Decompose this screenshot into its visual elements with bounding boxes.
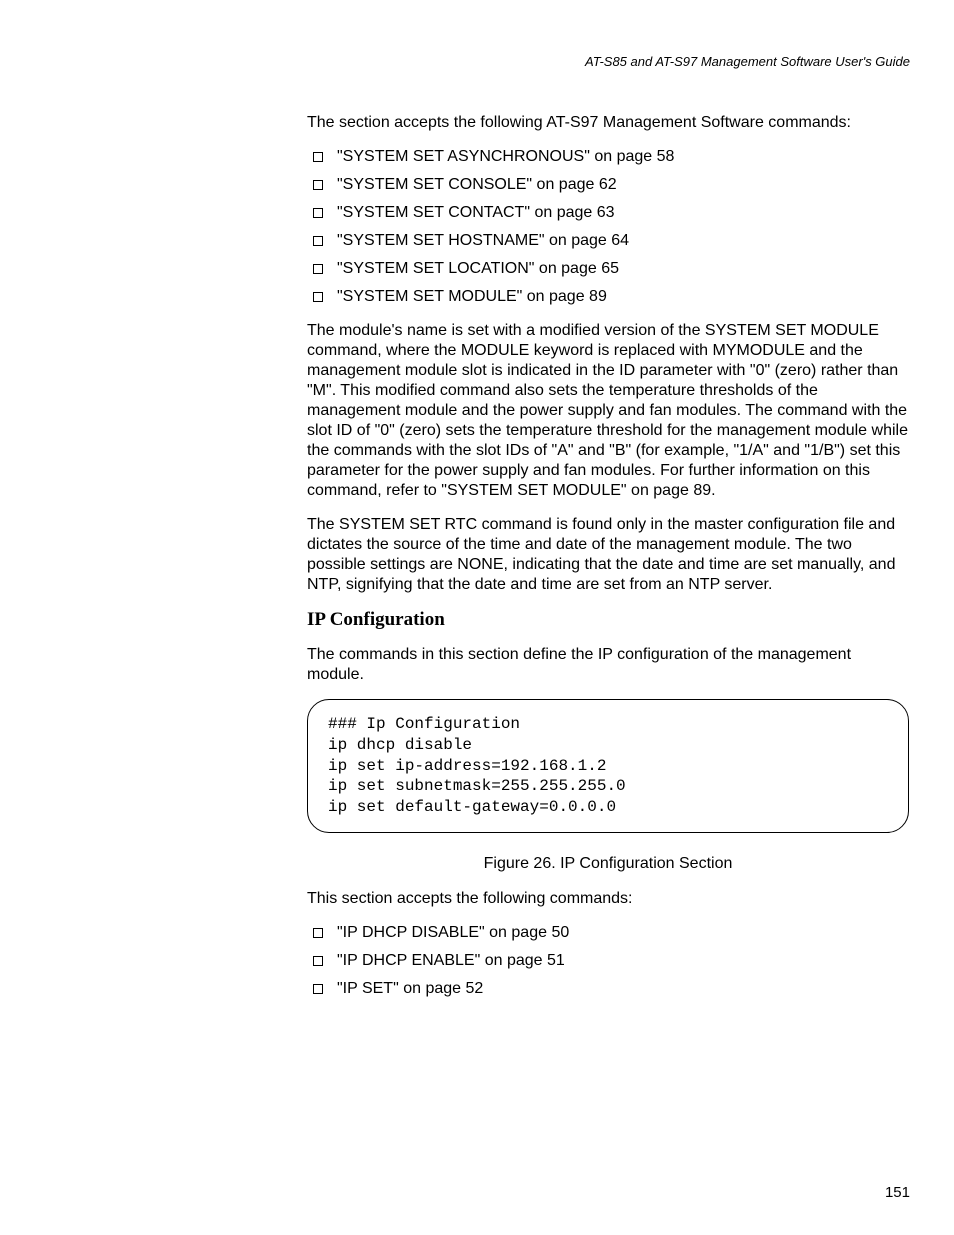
list-item: "SYSTEM SET CONTACT" on page 63 — [307, 203, 909, 223]
ip-configuration-heading: IP Configuration — [307, 609, 909, 631]
list-item: "IP SET" on page 52 — [307, 979, 909, 999]
code-block: ### Ip Configuration ip dhcp disable ip … — [307, 699, 909, 833]
page-content: The section accepts the following AT-S97… — [307, 113, 909, 1013]
accepts-paragraph: This section accepts the following comma… — [307, 889, 909, 909]
command-list-2: "IP DHCP DISABLE" on page 50 "IP DHCP EN… — [307, 923, 909, 999]
list-item: "IP DHCP DISABLE" on page 50 — [307, 923, 909, 943]
list-item: "IP DHCP ENABLE" on page 51 — [307, 951, 909, 971]
list-item: "SYSTEM SET MODULE" on page 89 — [307, 287, 909, 307]
list-item: "SYSTEM SET LOCATION" on page 65 — [307, 259, 909, 279]
command-list-1: "SYSTEM SET ASYNCHRONOUS" on page 58 "SY… — [307, 147, 909, 307]
ip-intro-paragraph: The commands in this section define the … — [307, 645, 909, 685]
rtc-paragraph: The SYSTEM SET RTC command is found only… — [307, 515, 909, 595]
list-item: "SYSTEM SET ASYNCHRONOUS" on page 58 — [307, 147, 909, 167]
page-number: 151 — [885, 1184, 910, 1201]
page-header: AT-S85 and AT-S97 Management Software Us… — [585, 54, 910, 69]
module-paragraph: The module's name is set with a modified… — [307, 321, 909, 501]
intro-paragraph: The section accepts the following AT-S97… — [307, 113, 909, 133]
figure-caption: Figure 26. IP Configuration Section — [307, 855, 909, 873]
list-item: "SYSTEM SET CONSOLE" on page 62 — [307, 175, 909, 195]
list-item: "SYSTEM SET HOSTNAME" on page 64 — [307, 231, 909, 251]
